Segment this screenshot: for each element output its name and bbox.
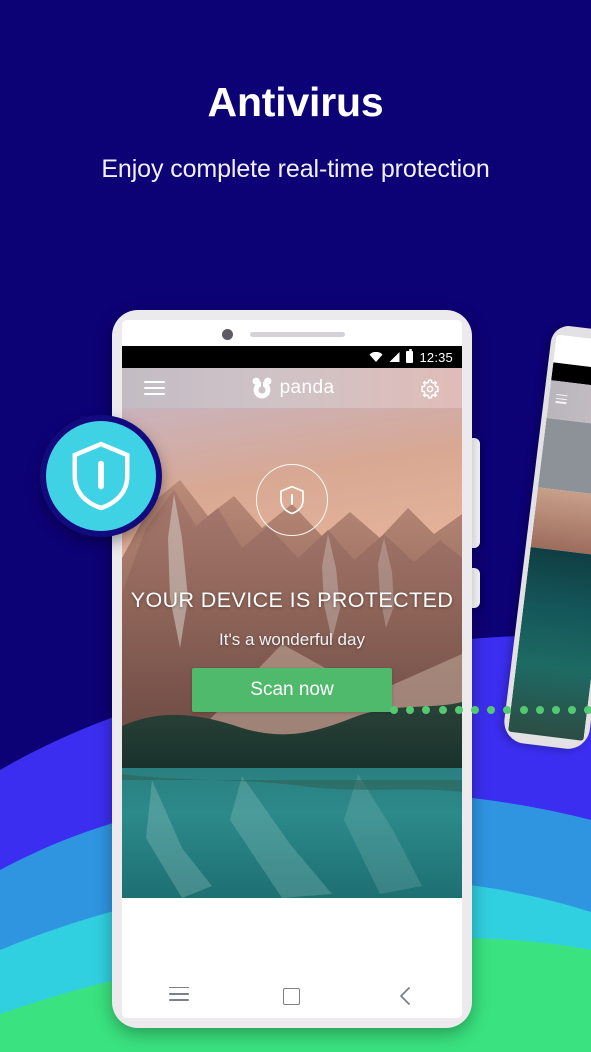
signal-icon xyxy=(389,352,400,362)
main-phone-device: 12:35 panda YOUR DEVICE IS PROTECTED It'… xyxy=(112,310,472,1028)
scan-now-button[interactable]: Scan now xyxy=(192,668,392,712)
hamburger-menu-icon[interactable] xyxy=(144,381,165,399)
dot xyxy=(519,706,528,714)
protection-status-ring xyxy=(256,464,328,536)
phone-top-bezel xyxy=(122,320,462,346)
dot xyxy=(535,706,544,714)
panda-logo-icon xyxy=(252,377,271,399)
app-header-bar: panda xyxy=(122,368,462,408)
double-chevron-down-icon[interactable] xyxy=(142,934,164,960)
app-main-screen: YOUR DEVICE IS PROTECTED It's a wonderfu… xyxy=(122,408,462,974)
decorative-dot-row xyxy=(390,706,591,714)
status-bar-time: 12:35 xyxy=(419,349,453,365)
protection-status-subtitle: It's a wonderful day xyxy=(219,630,365,649)
antivirus-shield-badge xyxy=(40,415,162,537)
android-status-bar: 12:35 xyxy=(122,346,462,368)
dot xyxy=(438,706,447,714)
back-chevron-icon[interactable] xyxy=(388,981,422,1011)
page-title: Antivirus xyxy=(207,79,384,125)
shield-icon xyxy=(280,485,304,515)
dot xyxy=(422,706,431,714)
dot xyxy=(406,706,415,714)
shield-icon xyxy=(72,441,130,511)
secondary-phone-photo-sky xyxy=(530,487,591,557)
wifi-icon xyxy=(369,352,383,362)
dot xyxy=(503,706,512,714)
secondary-phone-panel xyxy=(537,417,591,497)
double-chevron-down-icon[interactable] xyxy=(420,934,442,960)
dot xyxy=(551,706,560,714)
earpiece-speaker xyxy=(250,332,345,337)
headline-block: Antivirus Enjoy complete real-time prote… xyxy=(0,0,591,184)
dot xyxy=(470,706,479,714)
dot xyxy=(584,706,591,714)
page-subtitle: Enjoy complete real-time protection xyxy=(101,155,490,183)
dot xyxy=(487,706,496,714)
brand-logo: panda xyxy=(250,377,335,399)
main-phone-screen: 12:35 panda YOUR DEVICE IS PROTECTED It'… xyxy=(122,320,462,1018)
dot xyxy=(454,706,463,714)
home-square-icon[interactable] xyxy=(275,981,309,1011)
front-camera-icon xyxy=(222,329,233,340)
battery-icon xyxy=(406,348,414,363)
hamburger-menu-icon xyxy=(555,393,568,404)
dot xyxy=(568,706,577,714)
android-nav-bar xyxy=(122,974,462,1018)
brand-name: panda xyxy=(279,377,335,398)
dot xyxy=(390,706,398,714)
protection-status-title: YOUR DEVICE IS PROTECTED xyxy=(130,588,454,612)
recents-menu-icon[interactable] xyxy=(162,981,196,1011)
gear-icon[interactable] xyxy=(418,377,442,401)
